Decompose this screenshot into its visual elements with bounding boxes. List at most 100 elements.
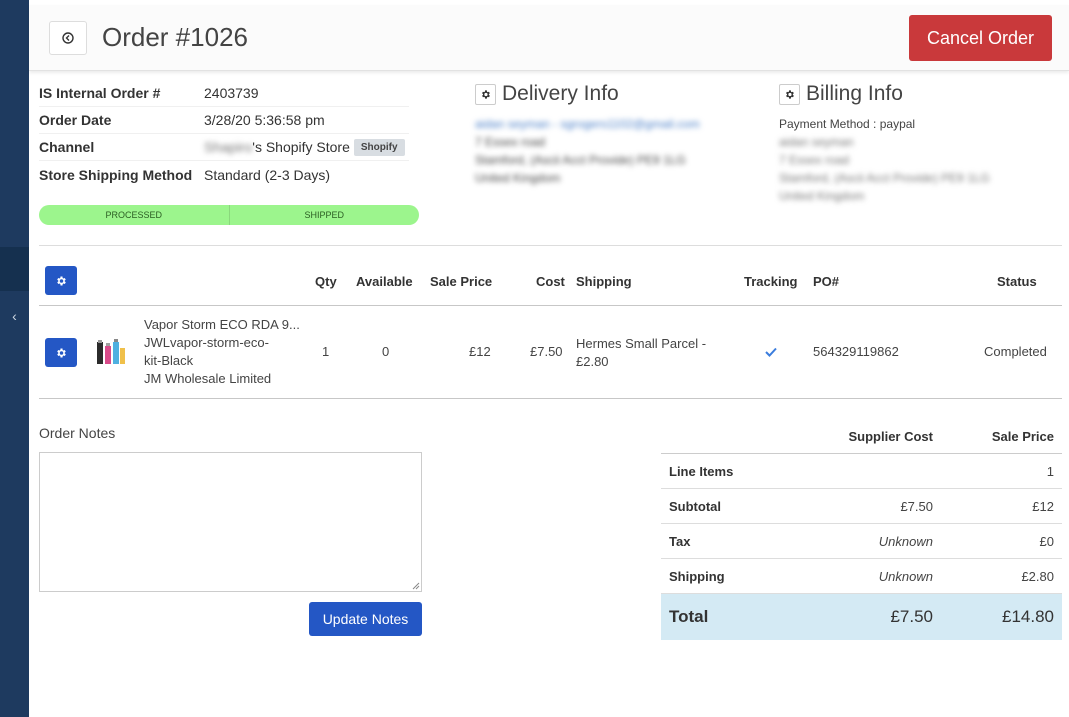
column-header-shipping: Shipping bbox=[576, 274, 632, 289]
delivery-info-section: Delivery Info aidan seyman - sgrogers110… bbox=[475, 82, 755, 187]
progress-step-shipped: SHIPPED bbox=[228, 205, 420, 225]
table-row: Vapor Storm ECO RDA 9... JWLvapor-storm-… bbox=[39, 306, 1062, 399]
back-circle-icon bbox=[62, 32, 74, 44]
subtotal-sale: £12 bbox=[1032, 499, 1054, 514]
page-header: Order #1026 Cancel Order bbox=[29, 5, 1069, 71]
column-header-po: PO# bbox=[813, 274, 840, 289]
delivery-address-line: United Kingdom bbox=[475, 171, 561, 185]
section-divider bbox=[39, 245, 1062, 246]
gear-icon bbox=[786, 89, 794, 99]
column-header-qty: Qty bbox=[315, 274, 337, 289]
shipping-method-value: Standard (2-3 Days) bbox=[204, 166, 331, 183]
resize-grip-icon[interactable] bbox=[410, 580, 420, 590]
totals-row-total: Total £7.50 £14.80 bbox=[661, 594, 1062, 640]
item-status: Completed bbox=[984, 344, 1047, 359]
totals-row-line-items: Line Items 1 bbox=[661, 454, 1062, 489]
item-qty: 1 bbox=[322, 344, 330, 359]
delivery-settings-button[interactable] bbox=[475, 83, 496, 105]
order-date-label: Order Date bbox=[39, 112, 112, 128]
delivery-address-line: Stamford, (Ascii Acct Provide) PE9 1LG bbox=[475, 153, 686, 167]
billing-address-line: 7 Essex road bbox=[779, 153, 850, 167]
order-date-row: Order Date 3/28/20 5:36:58 pm bbox=[39, 107, 409, 134]
column-header-tracking: Tracking bbox=[744, 274, 798, 289]
item-po-number: 564329119862 bbox=[813, 344, 899, 359]
order-date-value: 3/28/20 5:36:58 pm bbox=[204, 112, 325, 128]
back-button[interactable] bbox=[49, 21, 87, 55]
channel-owner-redacted: Shapiro bbox=[204, 139, 253, 155]
gear-icon bbox=[482, 89, 490, 99]
order-notes-textarea[interactable] bbox=[39, 452, 422, 592]
shipping-label: Shipping bbox=[669, 569, 725, 584]
billing-info-title: Billing Info bbox=[806, 82, 903, 105]
channel-tag: Shopify bbox=[353, 138, 405, 156]
item-settings-button[interactable] bbox=[45, 338, 77, 367]
billing-details: Payment Method : paypal aidan seyman 7 E… bbox=[779, 115, 1059, 205]
totals-row-subtotal: Subtotal £7.50 £12 bbox=[661, 489, 1062, 524]
delivery-address-redacted: aidan seyman - sgrogers1102@gmail.com 7 … bbox=[475, 115, 755, 187]
subtotal-cost: £7.50 bbox=[900, 499, 933, 514]
line-items-header: Qty Available Sale Price Cost Shipping T… bbox=[39, 262, 1062, 306]
order-notes-label: Order Notes bbox=[39, 425, 116, 441]
item-shipping-method: Hermes Small Parcel - bbox=[576, 336, 707, 351]
billing-address-line: United Kingdom bbox=[779, 189, 865, 203]
item-sale-price: £12 bbox=[469, 344, 491, 359]
page-title: Order #1026 bbox=[102, 22, 248, 52]
totals-row-shipping: Shipping Unknown £2.80 bbox=[661, 559, 1062, 594]
internal-order-label: IS Internal Order # bbox=[39, 85, 161, 101]
billing-address-redacted: aidan seyman 7 Essex road Stamford, (Asc… bbox=[779, 133, 1059, 205]
tax-label: Tax bbox=[669, 534, 691, 549]
shipping-method-row: Store Shipping Method Standard (2-3 Days… bbox=[39, 161, 409, 188]
column-header-available: Available bbox=[356, 274, 413, 289]
product-sku: JWLvapor-storm-eco- bbox=[144, 335, 269, 350]
product-thumbnail[interactable] bbox=[95, 336, 127, 368]
column-header-status: Status bbox=[997, 274, 1037, 289]
tracking-check-icon[interactable] bbox=[765, 347, 777, 357]
billing-info-section: Billing Info Payment Method : paypal aid… bbox=[779, 82, 1059, 205]
product-details: Vapor Storm ECO RDA 9... JWLvapor-storm-… bbox=[144, 316, 304, 388]
order-totals-table: Supplier Cost Sale Price Line Items 1 Su… bbox=[661, 420, 1062, 640]
channel-label: Channel bbox=[39, 139, 95, 155]
gear-icon bbox=[57, 348, 66, 357]
totals-row-tax: Tax Unknown £0 bbox=[661, 524, 1062, 559]
bulk-item-settings-button[interactable] bbox=[45, 266, 77, 295]
column-header-cost: Cost bbox=[536, 274, 565, 289]
billing-address-line: aidan seyman bbox=[779, 135, 854, 149]
delivery-info-title: Delivery Info bbox=[502, 82, 619, 105]
shipping-method-label: Store Shipping Method bbox=[39, 166, 193, 183]
billing-settings-button[interactable] bbox=[779, 83, 800, 105]
internal-order-row: IS Internal Order # 2403739 bbox=[39, 80, 409, 107]
item-shipping-price: £2.80 bbox=[576, 354, 609, 369]
product-name[interactable]: Vapor Storm ECO RDA 9... bbox=[144, 316, 304, 334]
item-shipping: Hermes Small Parcel - £2.80 bbox=[576, 335, 706, 371]
line-items-count: 1 bbox=[1046, 464, 1054, 479]
sidebar: ‹ bbox=[0, 0, 29, 717]
tax-sale: £0 bbox=[1039, 534, 1054, 549]
subtotal-label: Subtotal bbox=[669, 499, 721, 514]
column-header-sale-price: Sale Price bbox=[430, 274, 493, 289]
supplier-cost-header: Supplier Cost bbox=[848, 429, 933, 444]
sidebar-active-item[interactable] bbox=[0, 247, 29, 291]
channel-store-name: 's Shopify Store bbox=[252, 139, 350, 155]
delivery-address-line: 7 Essex road bbox=[475, 135, 546, 149]
main-content: Order #1026 Cancel Order IS Internal Ord… bbox=[29, 0, 1069, 717]
total-cost: £7.50 bbox=[890, 607, 933, 626]
item-cost: £7.50 bbox=[530, 344, 563, 359]
order-info-table: IS Internal Order # 2403739 Order Date 3… bbox=[39, 80, 409, 188]
total-sale: £14.80 bbox=[1002, 607, 1054, 626]
totals-header: Supplier Cost Sale Price bbox=[661, 420, 1062, 454]
tax-cost: Unknown bbox=[878, 534, 933, 549]
item-available: 0 bbox=[382, 344, 390, 359]
billing-address-line: Stamford, (Ascii Acct Provide) PE9 1LG bbox=[779, 171, 990, 185]
order-status-progress: PROCESSED SHIPPED bbox=[39, 205, 419, 225]
line-items-label: Line Items bbox=[669, 464, 734, 479]
sale-price-header: Sale Price bbox=[991, 429, 1054, 444]
channel-row: Channel Shapiro 's Shopify Store Shopify bbox=[39, 134, 409, 161]
update-notes-button[interactable]: Update Notes bbox=[309, 602, 422, 636]
total-label: Total bbox=[669, 607, 709, 626]
cancel-order-button[interactable]: Cancel Order bbox=[909, 15, 1052, 61]
sidebar-collapse-icon[interactable]: ‹ bbox=[0, 304, 29, 328]
product-sku-cont: kit-Black bbox=[144, 353, 194, 368]
gear-icon bbox=[57, 276, 66, 285]
channel-value: Shapiro 's Shopify Store Shopify bbox=[204, 138, 405, 156]
product-supplier: JM Wholesale Limited bbox=[144, 371, 272, 386]
